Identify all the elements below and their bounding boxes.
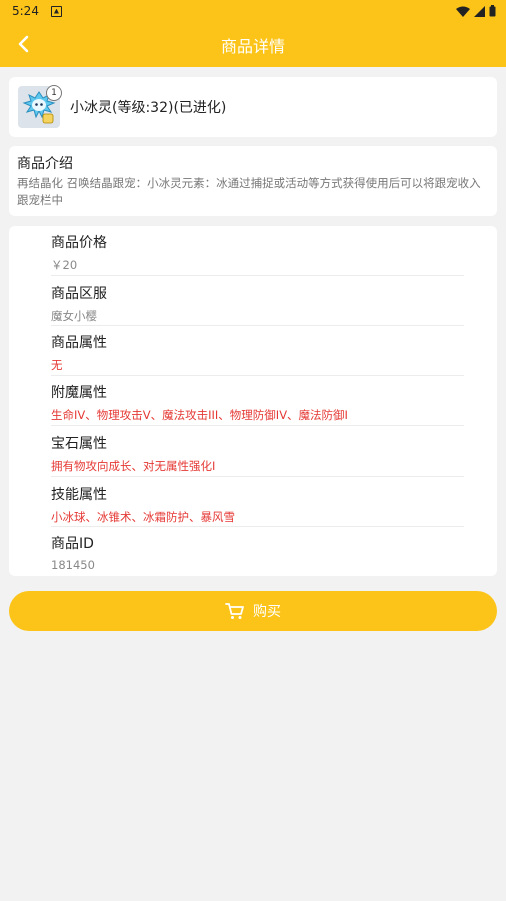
wifi-icon (456, 6, 470, 17)
attr-value: 181450 (51, 558, 95, 572)
item-header-card: 1 小冰灵(等级:32)(已进化) (9, 77, 497, 137)
attr-label: 宝石属性 (51, 436, 107, 452)
quantity-badge: 1 (46, 85, 62, 101)
attr-row-price: 商品价格 ￥20 (51, 226, 464, 276)
cart-icon (225, 603, 244, 619)
attr-row-gem: 宝石属性 拥有物攻向成长、对无属性强化I (51, 427, 464, 477)
status-bar: 5:24 (0, 0, 506, 22)
attr-value: ￥20 (51, 258, 78, 272)
attr-row-id: 商品ID 181450 (51, 527, 464, 575)
attr-label: 商品属性 (51, 335, 107, 351)
intro-description: 再结晶化 召唤结晶跟宠：小冰灵元素：冰通过捕捉或活动等方式获得使用后可以将跟宠收… (17, 176, 481, 207)
attr-row-server: 商品区服 魔女小樱 (51, 277, 464, 326)
item-title: 小冰灵(等级:32)(已进化) (70, 100, 227, 116)
item-intro-card: 商品介绍 再结晶化 召唤结晶跟宠：小冰灵元素：冰通过捕捉或活动等方式获得使用后可… (9, 146, 497, 216)
buy-button-label: 购买 (253, 604, 281, 620)
attr-value: 生命IV、物理攻击V、魔法攻击III、物理防御IV、魔法防御I (51, 408, 348, 422)
buy-button[interactable]: 购买 (9, 591, 497, 631)
attr-row-enchant: 附魔属性 生命IV、物理攻击V、魔法攻击III、物理防御IV、魔法防御I (51, 376, 464, 426)
notification-icon (50, 5, 62, 17)
intro-label: 商品介绍 (17, 156, 73, 172)
page-title: 商品详情 (220, 36, 285, 56)
attr-value: 拥有物攻向成长、对无属性强化I (51, 459, 216, 473)
status-time: 5:24 (12, 4, 39, 18)
item-attributes-card: 商品价格 ￥20 商品区服 魔女小樱 商品属性 无 附魔属性 生命IV、物理攻击… (9, 226, 497, 576)
attr-value: 小冰球、冰锥术、冰霜防护、暴风雪 (51, 510, 235, 524)
chevron-left-icon (18, 35, 29, 53)
attr-row-skill: 技能属性 小冰球、冰锥术、冰霜防护、暴风雪 (51, 478, 464, 527)
title-bar: 商品详情 (0, 22, 506, 67)
signal-icon (474, 5, 485, 17)
attr-value: 无 (51, 358, 63, 372)
attr-row-property: 商品属性 无 (51, 326, 464, 376)
battery-icon (489, 5, 496, 17)
attr-label: 商品区服 (51, 286, 107, 302)
attr-label: 商品价格 (51, 235, 107, 251)
attr-label: 技能属性 (51, 487, 107, 503)
attr-label: 商品ID (51, 536, 94, 552)
attr-label: 附魔属性 (51, 385, 107, 401)
back-button[interactable] (8, 29, 38, 59)
attr-value: 魔女小樱 (51, 309, 97, 323)
